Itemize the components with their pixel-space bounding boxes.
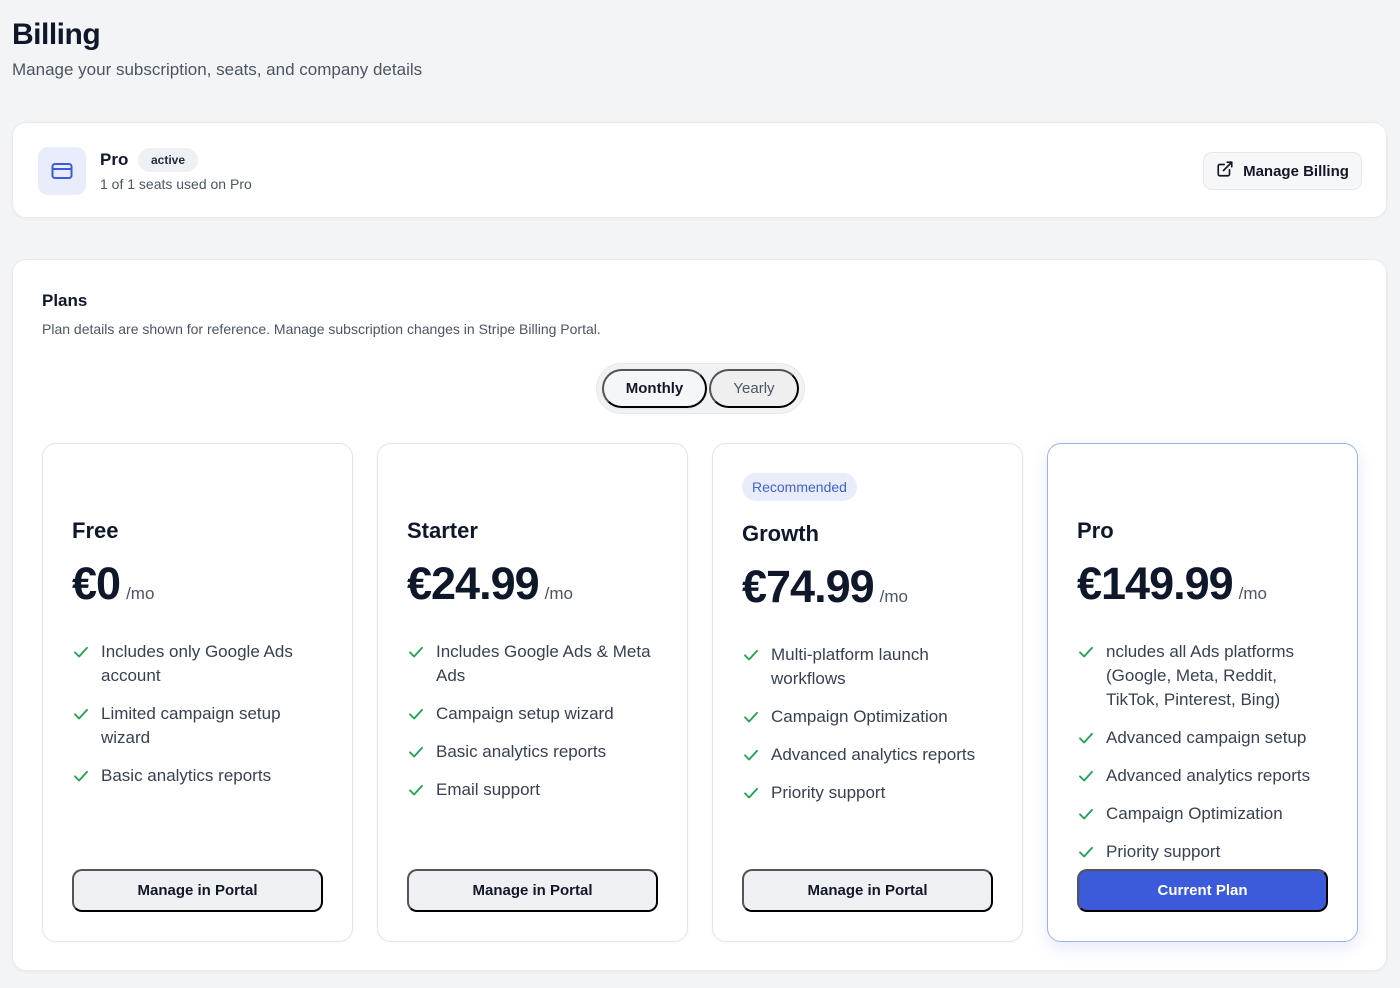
plan-price: €0 /mo (72, 558, 154, 610)
manage-in-portal-button[interactable]: Manage in Portal (742, 869, 993, 912)
feature-item: Campaign Optimization (742, 705, 998, 729)
plan-price: €74.99 /mo (742, 561, 908, 613)
feature-item: Email support (407, 778, 663, 802)
page-subtitle: Manage your subscription, seats, and com… (12, 60, 423, 79)
plans-description: Plan details are shown for reference. Ma… (42, 321, 601, 337)
feature-text: ncludes all Ads platforms (Google, Meta,… (1106, 642, 1295, 709)
plan-name: Free (72, 518, 119, 543)
check-icon (74, 646, 88, 658)
feature-text: Priority support (771, 783, 886, 802)
feature-item: Basic analytics reports (407, 740, 663, 764)
plan-name: Starter (407, 518, 478, 543)
plan-card-pro: Pro €149.99 /mo ncludes all Ads platform… (1047, 443, 1358, 942)
plan-price: €149.99 /mo (1077, 558, 1267, 610)
feature-item: Includes Google Ads & Meta Ads (407, 640, 663, 688)
check-icon (744, 749, 758, 761)
feature-list: Multi-platform launch workflows Campaign… (742, 643, 998, 819)
feature-item: Includes only Google Ads account (72, 640, 328, 688)
feature-text: Campaign Optimization (1106, 804, 1283, 823)
feature-item: ncludes all Ads platforms (Google, Meta,… (1077, 640, 1333, 712)
check-icon (1079, 770, 1093, 782)
manage-billing-button[interactable]: Manage Billing (1203, 152, 1362, 190)
page-title: Billing (12, 18, 101, 51)
price-amount: €149.99 (1077, 558, 1234, 609)
plan-card-starter: Starter €24.99 /mo Includes Google Ads &… (377, 443, 688, 942)
external-link-icon (1216, 160, 1234, 182)
feature-item: Priority support (1077, 840, 1333, 864)
feature-list: Includes Google Ads & Meta Ads Campaign … (407, 640, 663, 816)
credit-card-icon (38, 147, 86, 195)
check-icon (409, 708, 423, 720)
feature-text: Campaign Optimization (771, 707, 948, 726)
feature-item: Limited campaign setup wizard (72, 702, 328, 750)
manage-in-portal-button[interactable]: Manage in Portal (407, 869, 658, 912)
feature-text: Advanced analytics reports (1106, 766, 1311, 785)
monthly-toggle-button[interactable]: Monthly (602, 369, 707, 408)
feature-text: Campaign setup wizard (436, 704, 614, 723)
feature-text: Includes Google Ads & Meta Ads (436, 642, 651, 685)
feature-item: Multi-platform launch workflows (742, 643, 998, 691)
feature-item: Priority support (742, 781, 998, 805)
subscription-card: Pro active 1 of 1 seats used on Pro Mana… (12, 122, 1387, 218)
check-icon (744, 649, 758, 661)
manage-in-portal-button[interactable]: Manage in Portal (72, 869, 323, 912)
seats-usage: 1 of 1 seats used on Pro (100, 176, 252, 192)
check-icon (409, 746, 423, 758)
feature-item: Basic analytics reports (72, 764, 328, 788)
check-icon (1079, 808, 1093, 820)
plan-card-growth: Recommended Growth €74.99 /mo Multi-plat… (712, 443, 1023, 942)
price-period: /mo (126, 584, 155, 603)
plans-title: Plans (42, 291, 88, 310)
feature-item: Campaign Optimization (1077, 802, 1333, 826)
current-plan-button[interactable]: Current Plan (1077, 869, 1328, 912)
price-period: /mo (879, 587, 908, 606)
feature-list: ncludes all Ads platforms (Google, Meta,… (1077, 640, 1333, 878)
feature-text: Includes only Google Ads account (101, 642, 293, 685)
billing-period-toggle: Monthly Yearly (596, 363, 805, 414)
plan-price: €24.99 /mo (407, 558, 573, 610)
feature-list: Includes only Google Ads account Limited… (72, 640, 328, 802)
feature-text: Advanced campaign setup (1106, 728, 1307, 747)
feature-text: Priority support (1106, 842, 1221, 861)
feature-item: Advanced campaign setup (1077, 726, 1333, 750)
feature-text: Basic analytics reports (101, 766, 272, 785)
check-icon (1079, 646, 1093, 658)
feature-text: Multi-platform launch workflows (771, 645, 929, 688)
check-icon (409, 646, 423, 658)
price-period: /mo (1238, 584, 1268, 603)
check-icon (74, 708, 88, 720)
feature-text: Email support (436, 780, 540, 799)
feature-text: Limited campaign setup wizard (101, 704, 281, 747)
check-icon (744, 787, 758, 799)
check-icon (74, 770, 88, 782)
feature-item: Advanced analytics reports (742, 743, 998, 767)
status-badge: active (138, 148, 199, 172)
plan-card-free: Free €0 /mo Includes only Google Ads acc… (42, 443, 353, 942)
feature-item: Advanced analytics reports (1077, 764, 1333, 788)
check-icon (409, 784, 423, 796)
feature-text: Basic analytics reports (436, 742, 607, 761)
check-icon (1079, 732, 1093, 744)
plan-name: Pro (1077, 518, 1114, 543)
plan-name: Growth (742, 521, 819, 546)
feature-text: Advanced analytics reports (771, 745, 976, 764)
price-amount: €24.99 (407, 558, 540, 609)
check-icon (744, 711, 758, 723)
subscription-plan-name: Pro (100, 150, 129, 169)
yearly-toggle-button[interactable]: Yearly (709, 369, 799, 408)
plans-section: Plans Plan details are shown for referen… (12, 259, 1387, 971)
manage-billing-label: Manage Billing (1243, 162, 1349, 180)
feature-item: Campaign setup wizard (407, 702, 663, 726)
price-amount: €0 (72, 558, 121, 609)
recommended-badge: Recommended (742, 473, 857, 501)
price-amount: €74.99 (742, 561, 875, 612)
price-period: /mo (544, 584, 573, 603)
check-icon (1079, 846, 1093, 858)
